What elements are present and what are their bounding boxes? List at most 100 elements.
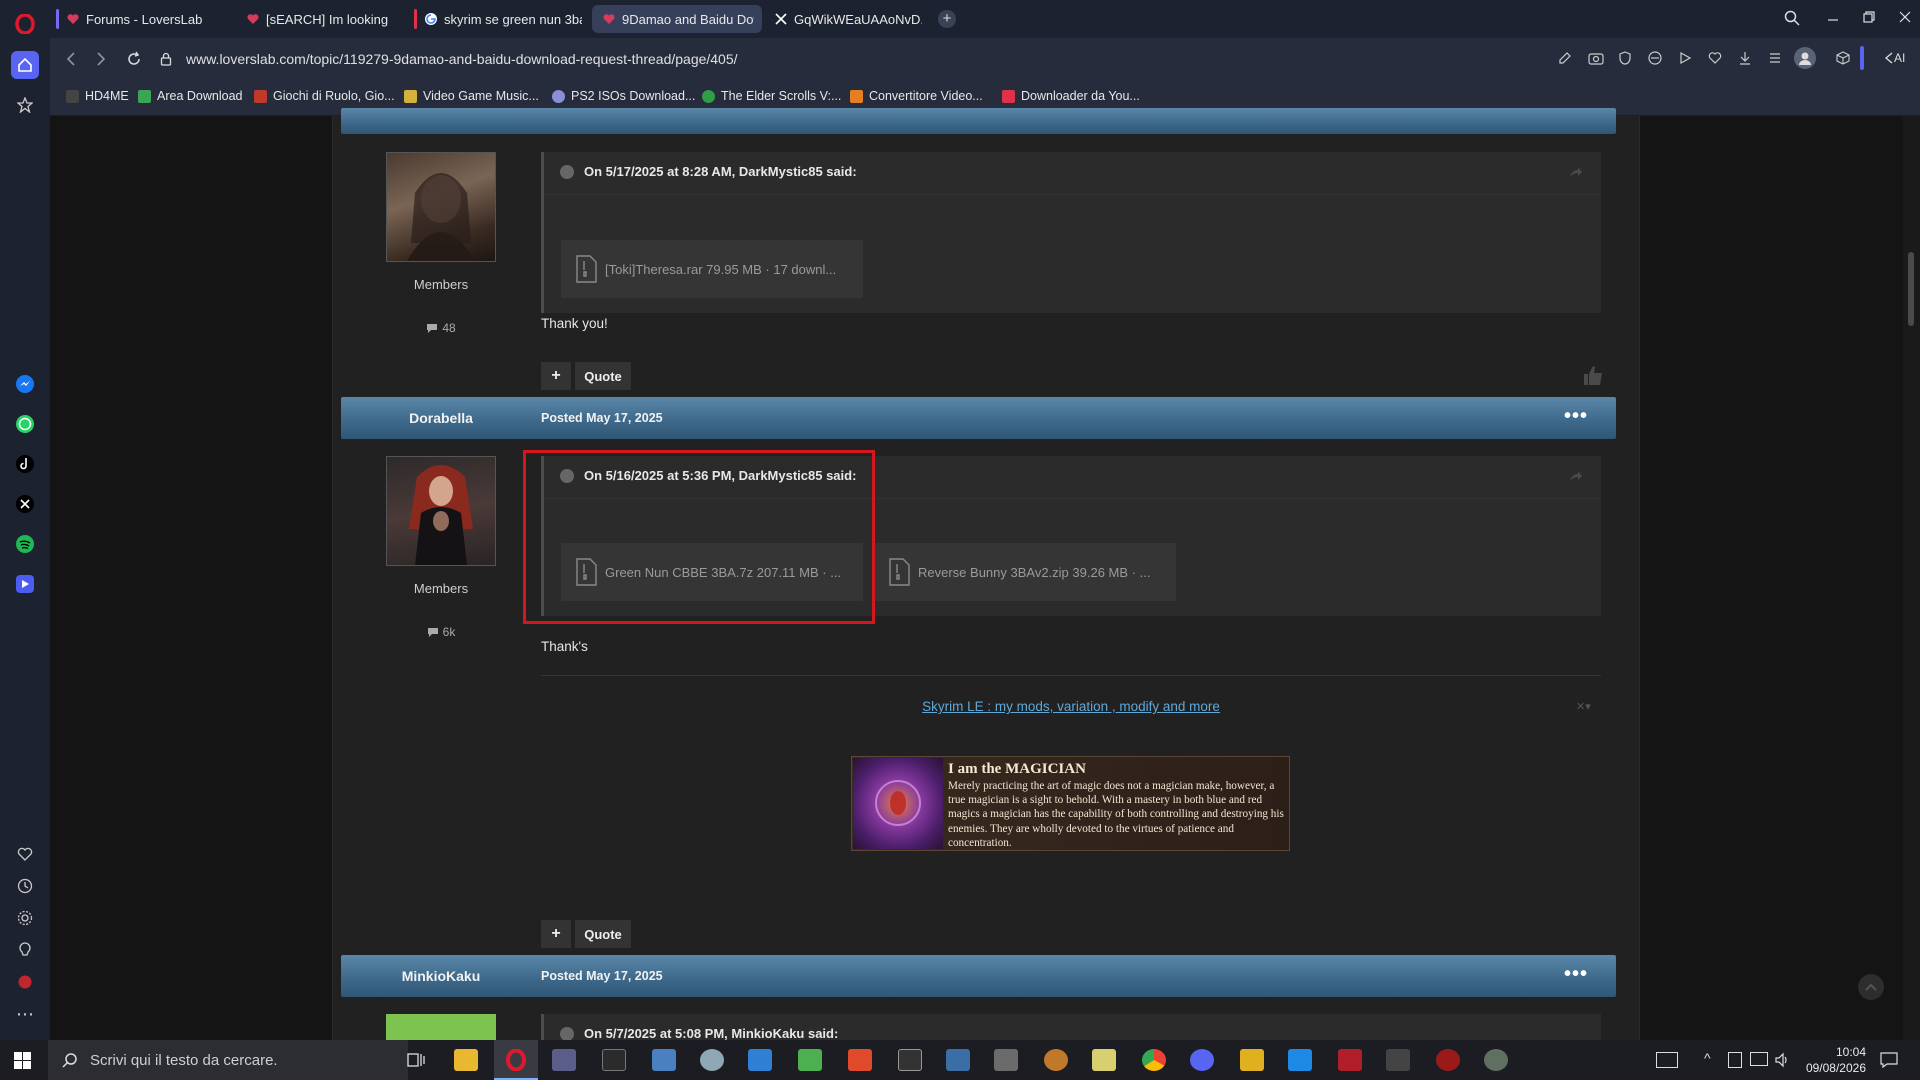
post-author[interactable]: Dorabella bbox=[341, 410, 541, 426]
page-scrollbar[interactable] bbox=[1903, 116, 1920, 1040]
bookmark-giochi-di-ruolo[interactable]: Giochi di Ruolo, Gio... bbox=[254, 89, 395, 103]
opera-taskbar-button[interactable] bbox=[494, 1040, 538, 1080]
ai-button[interactable]: AI bbox=[1884, 51, 1905, 65]
hide-signature-icon[interactable]: ✕▾ bbox=[1576, 700, 1591, 713]
volume-icon[interactable] bbox=[1774, 1052, 1790, 1068]
bookmark-elder-scrolls[interactable]: The Elder Scrolls V:... bbox=[702, 89, 841, 103]
tab-9damao-thread[interactable]: 9Damao and Baidu Down bbox=[592, 5, 762, 33]
vpn-icon[interactable] bbox=[1648, 51, 1662, 65]
app-icon-4[interactable] bbox=[700, 1049, 724, 1071]
whatsapp-icon[interactable] bbox=[11, 410, 39, 438]
bookmark-downloader-youtube[interactable]: Downloader da You... bbox=[1002, 89, 1140, 103]
history-icon[interactable] bbox=[11, 872, 39, 900]
tab-search-icon[interactable] bbox=[1784, 10, 1800, 26]
tab-google-search[interactable]: skyrim se green nun 3ba - bbox=[414, 5, 590, 33]
discord-icon[interactable] bbox=[1190, 1049, 1214, 1071]
star-icon[interactable] bbox=[11, 91, 39, 119]
network-icon[interactable] bbox=[1750, 1052, 1768, 1066]
edit-icon[interactable] bbox=[1558, 51, 1572, 65]
menu-icon[interactable] bbox=[1768, 51, 1782, 65]
address-bar[interactable]: www.loverslab.com/topic/119279-9damao-an… bbox=[160, 45, 1560, 73]
close-icon[interactable] bbox=[1898, 10, 1912, 24]
messenger-icon[interactable] bbox=[11, 370, 39, 398]
post-options-icon[interactable]: ••• bbox=[1564, 405, 1588, 428]
tiktok-icon[interactable] bbox=[11, 450, 39, 478]
app-icon-13[interactable] bbox=[1240, 1049, 1264, 1071]
scrollbar-thumb[interactable] bbox=[1908, 252, 1914, 326]
collapse-chevron-icon[interactable] bbox=[560, 164, 574, 179]
bookmark-convertitore-video[interactable]: Convertitore Video... bbox=[850, 89, 983, 103]
app-icon-2[interactable] bbox=[602, 1049, 626, 1071]
app-icon-10[interactable] bbox=[994, 1049, 1018, 1071]
app-icon-1[interactable] bbox=[552, 1049, 576, 1071]
chrome-icon[interactable] bbox=[1142, 1049, 1166, 1071]
notifications-icon[interactable] bbox=[1880, 1052, 1898, 1068]
tab-image-jpg[interactable]: GqWikWEaUAAoNvD.jpg ( bbox=[764, 5, 930, 33]
taskbar-search-box[interactable]: Scrivi qui il testo da cercare. bbox=[48, 1040, 408, 1080]
more-options-icon[interactable]: ⋯ bbox=[11, 1000, 39, 1028]
system-clock[interactable]: 10:04 09/08/2026 bbox=[1806, 1044, 1866, 1076]
app-icon-8[interactable] bbox=[898, 1049, 922, 1071]
app-icon-7[interactable] bbox=[848, 1049, 872, 1071]
tab-forums-loverslab[interactable]: Forums - LoversLab bbox=[56, 5, 234, 33]
signature-link[interactable]: Skyrim LE : my mods, variation , modify … bbox=[541, 699, 1601, 714]
windows-start-icon[interactable] bbox=[14, 1052, 31, 1069]
bookmark-hd4me[interactable]: HD4ME bbox=[66, 89, 129, 103]
settings-gear-icon[interactable] bbox=[11, 904, 39, 932]
player-icon[interactable] bbox=[11, 570, 39, 598]
add-reaction-button[interactable]: + bbox=[541, 920, 571, 948]
post-options-icon[interactable]: ••• bbox=[1564, 963, 1588, 986]
share-arrow-icon[interactable] bbox=[1569, 166, 1583, 178]
tray-device-icon[interactable] bbox=[1728, 1052, 1742, 1068]
keyboard-layout-icon[interactable] bbox=[1656, 1052, 1678, 1068]
play-icon[interactable] bbox=[1678, 51, 1692, 65]
tab-search-thread[interactable]: [sEARCH] Im looking for th bbox=[236, 5, 396, 33]
shield-icon[interactable] bbox=[1618, 51, 1632, 65]
like-thumb-icon[interactable] bbox=[1582, 364, 1604, 386]
add-reaction-button[interactable]: + bbox=[541, 362, 571, 390]
app-icon-12[interactable] bbox=[1092, 1049, 1116, 1071]
adblock-icon[interactable] bbox=[11, 968, 39, 996]
file-explorer-icon[interactable] bbox=[454, 1049, 478, 1071]
spotify-icon[interactable] bbox=[11, 530, 39, 558]
download-icon[interactable] bbox=[1738, 51, 1752, 65]
cube-icon[interactable] bbox=[1836, 51, 1850, 65]
post-author[interactable]: MinkioKaku bbox=[341, 968, 541, 984]
bookmark-video-game-music[interactable]: Video Game Music... bbox=[404, 89, 539, 103]
app-icon-3[interactable] bbox=[652, 1049, 676, 1071]
app-icon-5[interactable] bbox=[748, 1049, 772, 1071]
bookmark-ps2-isos[interactable]: PS2 ISOs Download... bbox=[552, 89, 695, 103]
bookmark-area-download[interactable]: Area Download bbox=[138, 89, 242, 103]
app-icon-16[interactable] bbox=[1386, 1049, 1410, 1071]
minimize-icon[interactable] bbox=[1826, 10, 1840, 26]
attachment-file[interactable]: [Toki]Theresa.rar 79.95 MB · 17 downl... bbox=[561, 240, 863, 298]
restore-icon[interactable] bbox=[1862, 10, 1876, 24]
attachment-file[interactable]: Reverse Bunny 3BAv2.zip 39.26 MB · ... bbox=[874, 543, 1176, 601]
home-icon[interactable] bbox=[11, 51, 39, 79]
back-icon[interactable] bbox=[64, 51, 78, 67]
forward-icon[interactable] bbox=[94, 51, 108, 67]
new-tab-button[interactable]: + bbox=[938, 10, 956, 28]
app-icon-9[interactable] bbox=[946, 1049, 970, 1071]
app-icon-6[interactable] bbox=[798, 1049, 822, 1071]
share-arrow-icon[interactable] bbox=[1569, 470, 1583, 482]
quote-header[interactable]: On 5/7/2025 at 5:08 PM, MinkioKaku said: bbox=[560, 1026, 838, 1040]
post-avatar[interactable] bbox=[386, 456, 496, 566]
heart-icon[interactable] bbox=[11, 840, 39, 868]
post-avatar[interactable] bbox=[386, 1014, 496, 1040]
lightbulb-icon[interactable] bbox=[11, 936, 39, 964]
app-icon-14[interactable] bbox=[1288, 1049, 1312, 1071]
quote-button[interactable]: Quote bbox=[575, 362, 631, 390]
tray-chevron-icon[interactable]: ^ bbox=[1704, 1050, 1711, 1066]
opera-logo-icon[interactable] bbox=[11, 10, 39, 38]
camera-icon[interactable] bbox=[1588, 51, 1604, 65]
app-icon-18[interactable] bbox=[1484, 1049, 1508, 1071]
app-icon-11[interactable] bbox=[1044, 1049, 1068, 1071]
reload-icon[interactable] bbox=[126, 51, 142, 67]
scroll-to-top-icon[interactable] bbox=[1858, 974, 1884, 1000]
profile-avatar-icon[interactable] bbox=[1794, 47, 1816, 69]
heart-toolbar-icon[interactable] bbox=[1708, 51, 1722, 65]
task-view-icon[interactable] bbox=[404, 1049, 428, 1071]
post-avatar[interactable] bbox=[386, 152, 496, 262]
app-icon-15[interactable] bbox=[1338, 1049, 1362, 1071]
